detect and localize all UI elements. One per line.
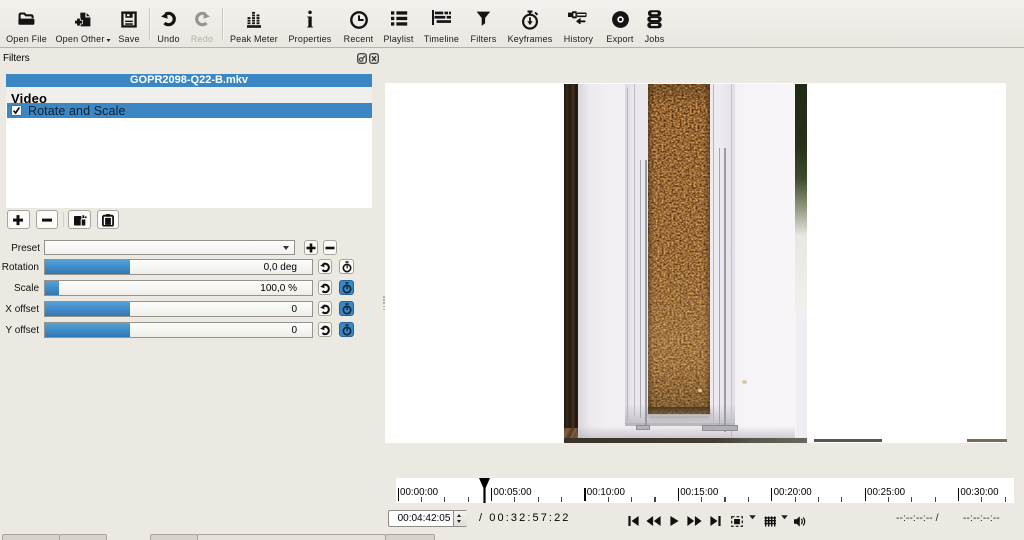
svg-text:i: i	[307, 10, 314, 29]
